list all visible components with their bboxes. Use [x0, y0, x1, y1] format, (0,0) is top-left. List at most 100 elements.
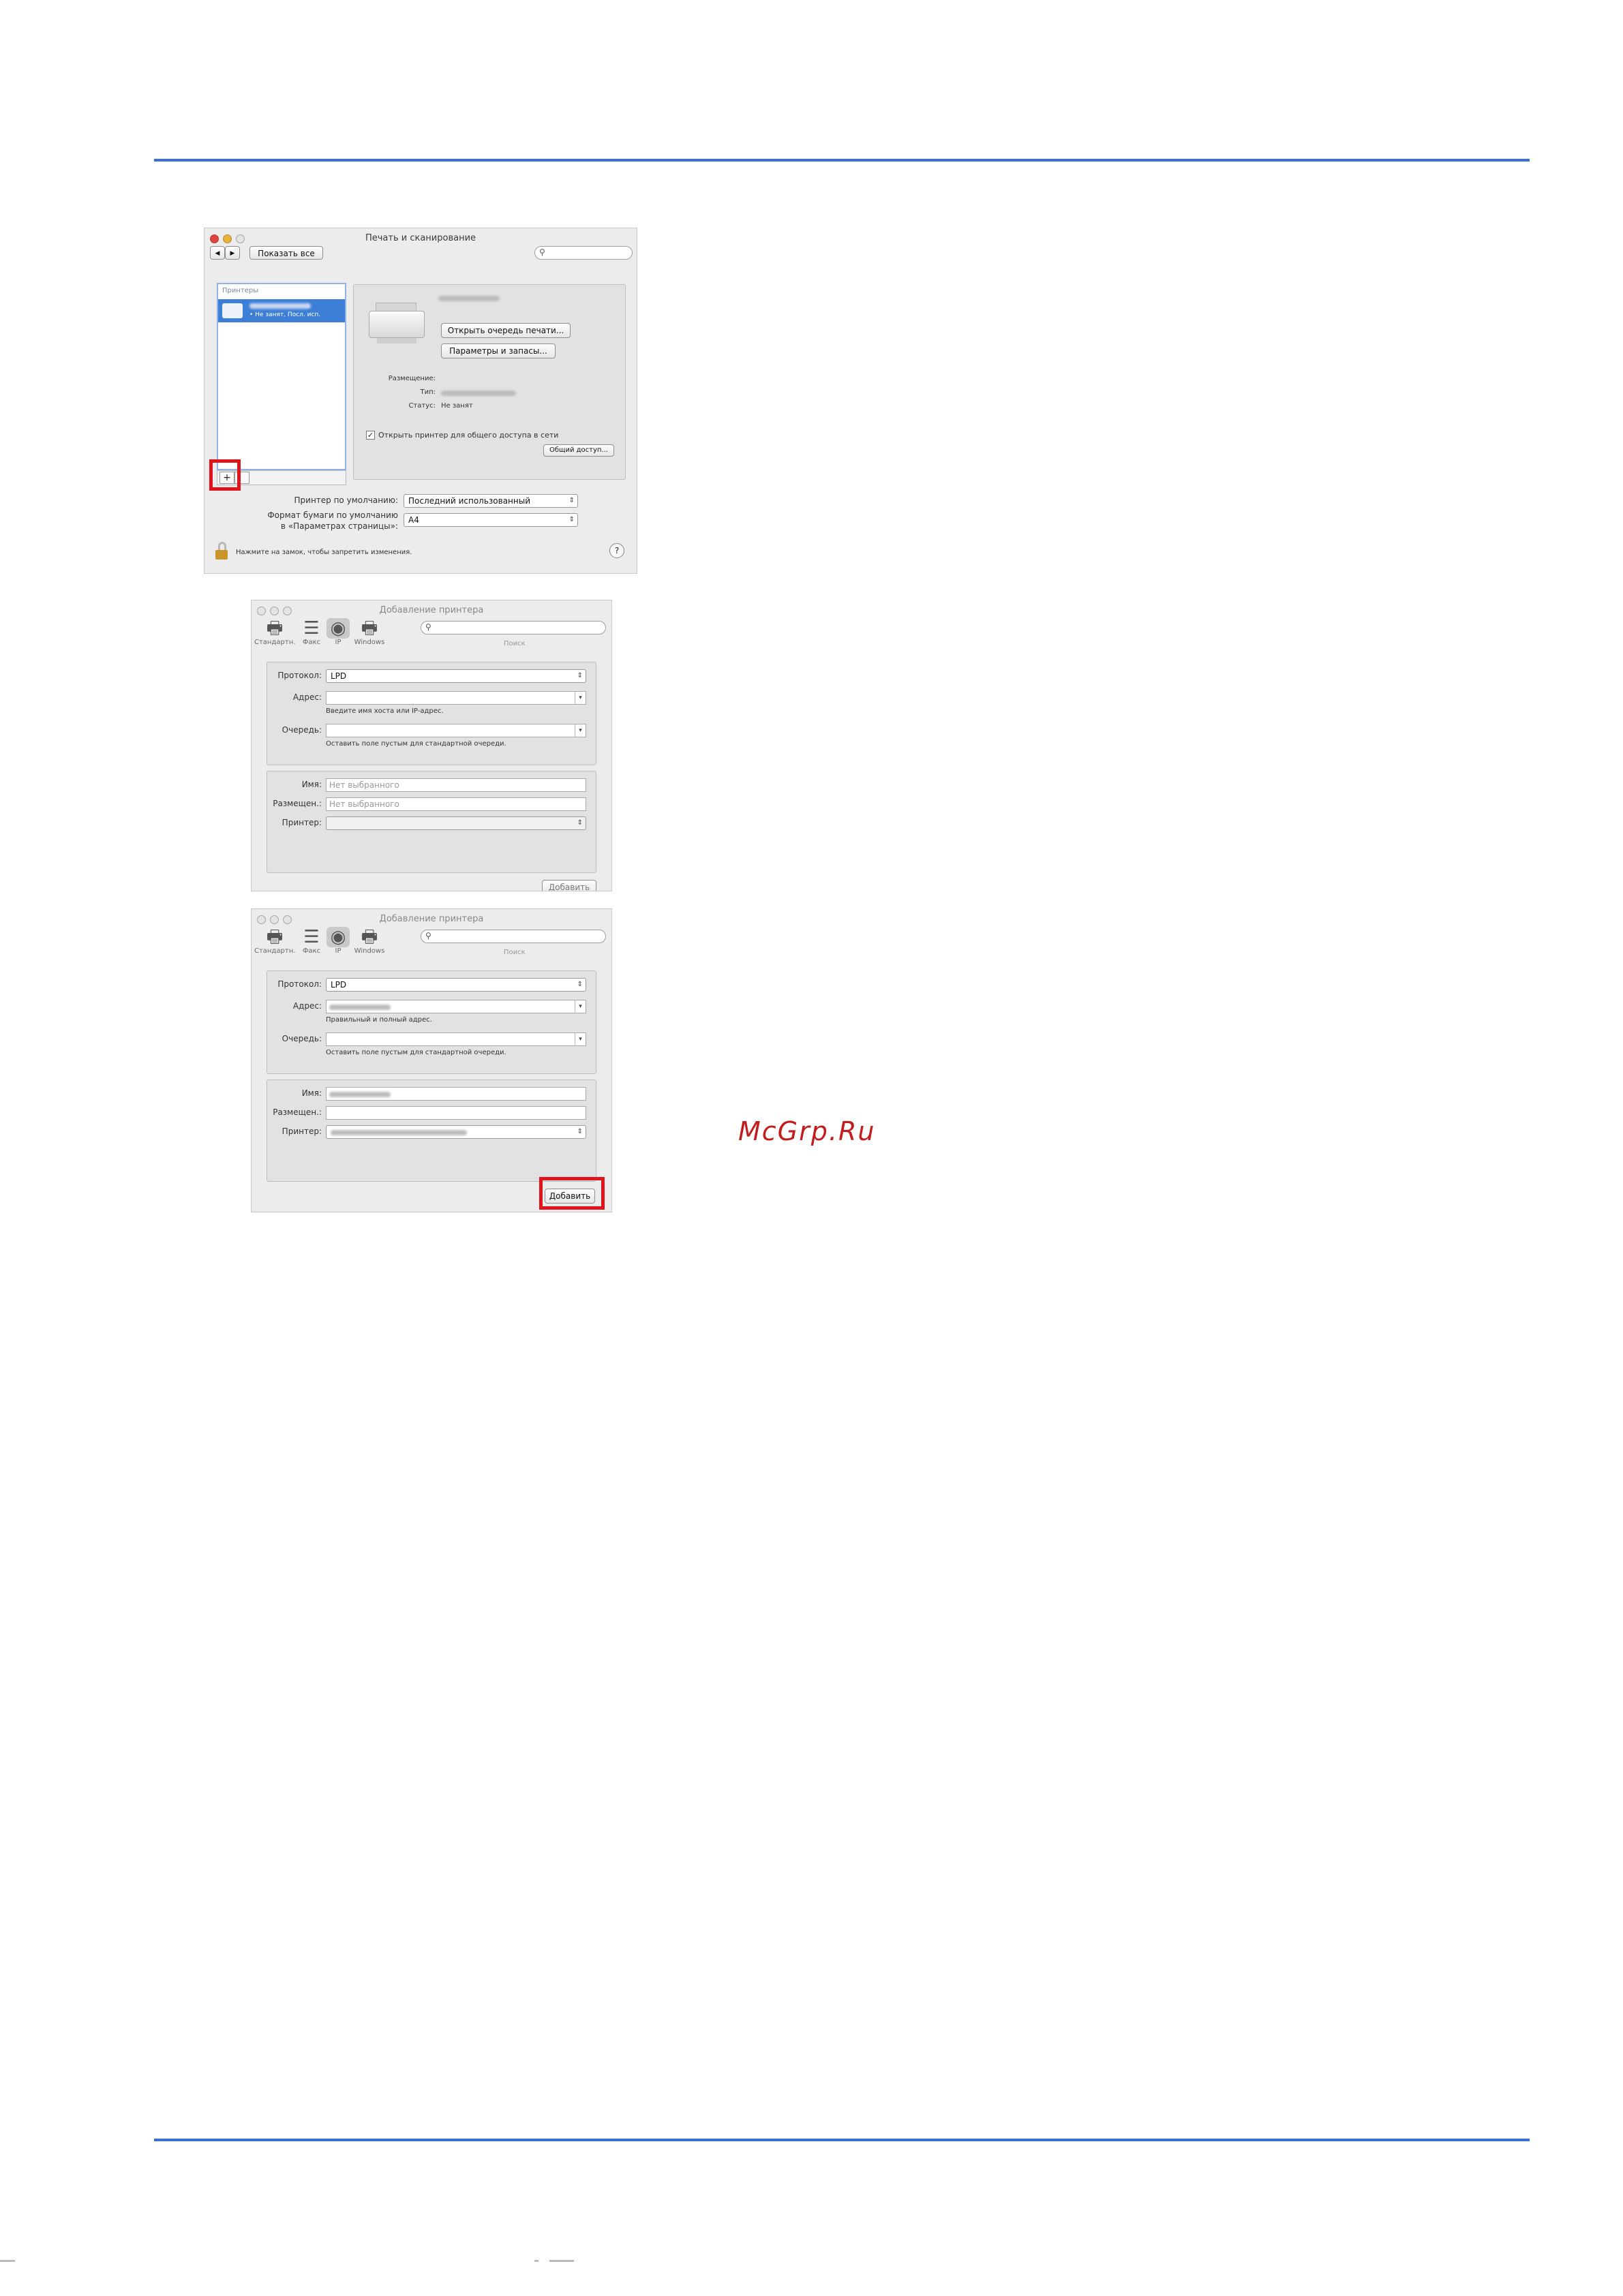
updown-arrow-icon: ⇕ — [568, 516, 575, 523]
paper-format-label-1: Формат бумаги по умолчанию — [267, 510, 398, 520]
default-printer-select[interactable]: Последний использованный ⇕ — [404, 494, 578, 508]
printer-default-icon: 🖶 — [266, 618, 284, 639]
queue-label: Очередь: — [282, 1034, 322, 1043]
close-icon[interactable] — [210, 234, 219, 243]
close-icon[interactable] — [257, 607, 266, 615]
address-hint: Введите имя хоста или IP-адрес. — [326, 707, 444, 715]
printer-label: Принтер: — [282, 818, 322, 827]
location-input[interactable]: Нет выбранного — [326, 797, 586, 811]
toolbar-default[interactable]: 🖶 Стандартн. — [254, 927, 295, 955]
updown-arrow-icon: ⇕ — [577, 819, 583, 827]
dropdown-arrow-icon[interactable]: ▾ — [575, 724, 586, 737]
location-placeholder: Нет выбранного — [329, 799, 399, 809]
toolbar-fax[interactable]: ☰ Факс — [298, 618, 325, 646]
name-value-redacted — [329, 1091, 391, 1097]
protocol-select[interactable]: LPD ⇕ — [326, 978, 586, 992]
address-value-redacted — [329, 1004, 391, 1010]
globe-icon: ◉ — [327, 618, 350, 639]
search-input[interactable]: ⚲ — [421, 930, 606, 943]
name-input[interactable]: Нет выбранного — [326, 778, 586, 792]
globe-icon: ◉ — [327, 927, 350, 947]
highlight-add-button — [209, 459, 241, 491]
address-label: Адрес: — [292, 1001, 322, 1011]
add-button[interactable]: Добавить — [542, 880, 596, 891]
minimize-icon[interactable] — [270, 607, 279, 615]
printer-thumb-icon — [222, 303, 243, 318]
dropdown-arrow-icon[interactable]: ▾ — [575, 1033, 586, 1045]
lock-text: Нажмите на замок, чтобы запретить измене… — [236, 549, 412, 556]
close-icon[interactable] — [257, 915, 266, 924]
protocol-label: Протокол: — [277, 671, 322, 680]
back-button[interactable]: ◀ — [210, 246, 225, 260]
minimize-icon[interactable] — [223, 234, 232, 243]
printers-list[interactable]: Принтеры • Не занят, Посл. исп. — [217, 283, 346, 470]
protocol-select[interactable]: LPD ⇕ — [326, 669, 586, 683]
toolbar-fax[interactable]: ☰ Факс — [298, 927, 325, 955]
address-input[interactable]: ▾ — [326, 1000, 586, 1013]
toolbar-ip[interactable]: ◉ IP — [327, 618, 350, 646]
minimize-icon[interactable] — [270, 915, 279, 924]
status-value: Не занят — [441, 402, 473, 410]
highlight-add-button — [539, 1177, 605, 1210]
watermark: McGrp.Ru — [738, 1116, 876, 1146]
type-value-redacted — [441, 391, 516, 396]
header-rule — [154, 159, 1530, 162]
default-printer-label: Принтер по умолчанию: — [294, 495, 399, 505]
window-controls — [257, 915, 292, 924]
paper-format-select[interactable]: A4 ⇕ — [404, 513, 578, 527]
toolbar-windows[interactable]: 🖶 Windows — [352, 618, 386, 646]
toolbar-ip-label: IP — [335, 947, 342, 955]
status-label: Статус: — [408, 402, 436, 410]
updown-arrow-icon: ⇕ — [577, 981, 583, 988]
address-input[interactable]: ▾ — [326, 691, 586, 705]
zoom-icon[interactable] — [283, 915, 292, 924]
search-icon: ⚲ — [425, 931, 431, 940]
forward-button[interactable]: ▶ — [225, 246, 240, 260]
toolbar-ip-label: IP — [335, 639, 342, 646]
dropdown-arrow-icon[interactable]: ▾ — [575, 692, 586, 704]
toolbar-windows[interactable]: 🖶 Windows — [352, 927, 386, 955]
printer-name-redacted — [249, 303, 311, 309]
printers-header: Принтеры — [222, 287, 259, 294]
toolbar-default[interactable]: 🖶 Стандартн. — [254, 618, 295, 646]
queue-input[interactable]: ▾ — [326, 724, 586, 737]
location-input[interactable] — [326, 1106, 586, 1120]
updown-arrow-icon: ⇕ — [577, 1128, 583, 1135]
search-input[interactable]: ⚲ — [421, 621, 606, 634]
name-input[interactable] — [326, 1087, 586, 1101]
location-label: Размещение: — [388, 375, 436, 382]
printer-list-item[interactable]: • Не занят, Посл. исп. — [218, 299, 345, 322]
connection-panel: Протокол: LPD ⇕ Адрес: ▾ Введите имя хос… — [267, 662, 596, 765]
footer-rule — [154, 2139, 1530, 2141]
options-supplies-button[interactable]: Параметры и запасы... — [441, 343, 556, 358]
windows-printer-icon: 🖶 — [361, 927, 378, 947]
name-label: Имя: — [301, 780, 322, 789]
search-input[interactable]: ⚲ — [534, 246, 633, 260]
open-queue-button[interactable]: Открыть очередь печати... — [441, 323, 571, 338]
windows-printer-icon: 🖶 — [361, 618, 378, 639]
printer-select[interactable]: ⇕ — [326, 816, 586, 830]
sharing-button[interactable]: Общий доступ... — [543, 444, 614, 457]
add-printer-window-empty: Добавление принтера 🖶 Стандартн. ☰ Факс ◉ I… — [251, 600, 612, 891]
printer-default-icon: 🖶 — [266, 927, 284, 947]
search-label: Поиск — [504, 640, 526, 647]
toolbar-ip[interactable]: ◉ IP — [327, 927, 350, 955]
printer-detail-panel: Открыть очередь печати... Параметры и за… — [353, 284, 626, 480]
zoom-icon[interactable] — [236, 234, 245, 243]
help-button[interactable]: ? — [609, 543, 624, 558]
window-controls — [210, 234, 245, 243]
printer-info-panel: Имя: Размещен.: Принтер: ⇕ — [267, 1080, 596, 1182]
footer-marks — [0, 2260, 1623, 2274]
name-placeholder: Нет выбранного — [329, 780, 399, 790]
printer-select[interactable]: ⇕ — [326, 1125, 586, 1139]
lock-icon[interactable] — [214, 542, 229, 560]
dropdown-arrow-icon[interactable]: ▾ — [575, 1000, 586, 1013]
share-checkbox[interactable]: ✓ — [366, 431, 375, 440]
queue-hint: Оставить поле пустым для стандартной оче… — [326, 740, 506, 748]
add-printer-window-filled: Добавление принтера 🖶 Стандартн. ☰ Факс ◉ I… — [251, 908, 612, 1212]
zoom-icon[interactable] — [283, 607, 292, 615]
fax-icon: ☰ — [303, 927, 320, 947]
print-scan-window: Печать и сканирование ◀ ▶ Показать все ⚲… — [204, 228, 637, 574]
show-all-button[interactable]: Показать все — [249, 246, 323, 260]
queue-input[interactable]: ▾ — [326, 1032, 586, 1046]
